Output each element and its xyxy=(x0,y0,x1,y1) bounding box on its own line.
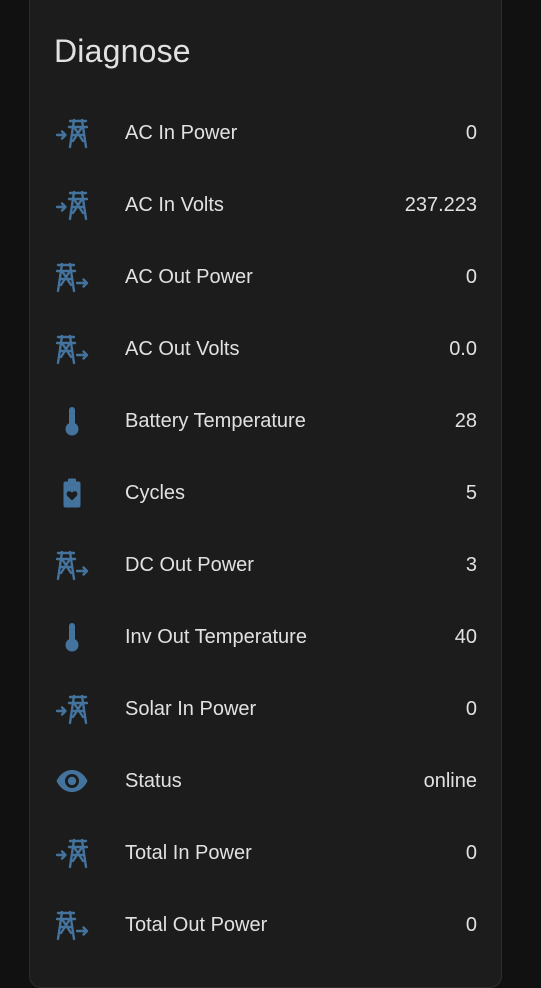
entity-label: Cycles xyxy=(125,481,186,504)
transmission-tower-export-icon xyxy=(54,907,90,943)
entity-value: 237.223 xyxy=(404,193,477,216)
entity-list: AC In Power 0 AC In Volts 237.223 AC Out… xyxy=(30,97,501,961)
entity-value: online xyxy=(423,769,477,792)
entity-value: 0.0 xyxy=(449,337,477,360)
entity-label: Battery Temperature xyxy=(125,409,306,432)
transmission-tower-export-icon xyxy=(54,331,90,367)
diagnose-card: Diagnose AC In Power 0 AC In Volts 237.2… xyxy=(29,0,502,988)
transmission-tower-import-icon xyxy=(54,691,90,727)
thermometer-icon xyxy=(54,619,90,655)
entity-label: AC Out Volts xyxy=(125,337,240,360)
entity-row-status[interactable]: Status online xyxy=(30,745,501,817)
entity-label: AC Out Power xyxy=(125,265,253,288)
entity-value: 0 xyxy=(465,841,477,864)
entity-label: Inv Out Temperature xyxy=(125,625,307,648)
entity-row-total-out-power[interactable]: Total Out Power 0 xyxy=(30,889,501,961)
entity-row-ac-out-power[interactable]: AC Out Power 0 xyxy=(30,241,501,313)
entity-label: Total In Power xyxy=(125,841,252,864)
entity-row-inv-out-temperature[interactable]: Inv Out Temperature 40 xyxy=(30,601,501,673)
entity-row-ac-in-power[interactable]: AC In Power 0 xyxy=(30,97,501,169)
transmission-tower-import-icon xyxy=(54,835,90,871)
entity-label: Status xyxy=(125,769,182,792)
entity-label: Total Out Power xyxy=(125,913,268,936)
entity-row-ac-out-volts[interactable]: AC Out Volts 0.0 xyxy=(30,313,501,385)
entity-value: 3 xyxy=(465,553,477,576)
battery-heart-icon xyxy=(54,475,90,511)
entity-row-solar-in-power[interactable]: Solar In Power 0 xyxy=(30,673,501,745)
entity-label: Solar In Power xyxy=(125,697,257,720)
entity-label: DC Out Power xyxy=(125,553,254,576)
entity-label: AC In Volts xyxy=(125,193,224,216)
entity-value: 5 xyxy=(465,481,477,504)
thermometer-icon xyxy=(54,403,90,439)
entity-value: 40 xyxy=(454,625,477,648)
transmission-tower-export-icon xyxy=(54,259,90,295)
transmission-tower-import-icon xyxy=(54,187,90,223)
entity-label: AC In Power xyxy=(125,121,238,144)
entity-value: 28 xyxy=(454,409,477,432)
entity-row-ac-in-volts[interactable]: AC In Volts 237.223 xyxy=(30,169,501,241)
entity-row-total-in-power[interactable]: Total In Power 0 xyxy=(30,817,501,889)
entity-value: 0 xyxy=(465,121,477,144)
entity-value: 0 xyxy=(465,913,477,936)
transmission-tower-export-icon xyxy=(54,547,90,583)
card-title: Diagnose xyxy=(54,33,191,69)
entity-row-dc-out-power[interactable]: DC Out Power 3 xyxy=(30,529,501,601)
entity-row-cycles[interactable]: Cycles 5 xyxy=(30,457,501,529)
eye-icon xyxy=(54,763,90,799)
entity-value: 0 xyxy=(465,697,477,720)
transmission-tower-import-icon xyxy=(54,115,90,151)
entity-row-battery-temperature[interactable]: Battery Temperature 28 xyxy=(30,385,501,457)
entity-value: 0 xyxy=(465,265,477,288)
